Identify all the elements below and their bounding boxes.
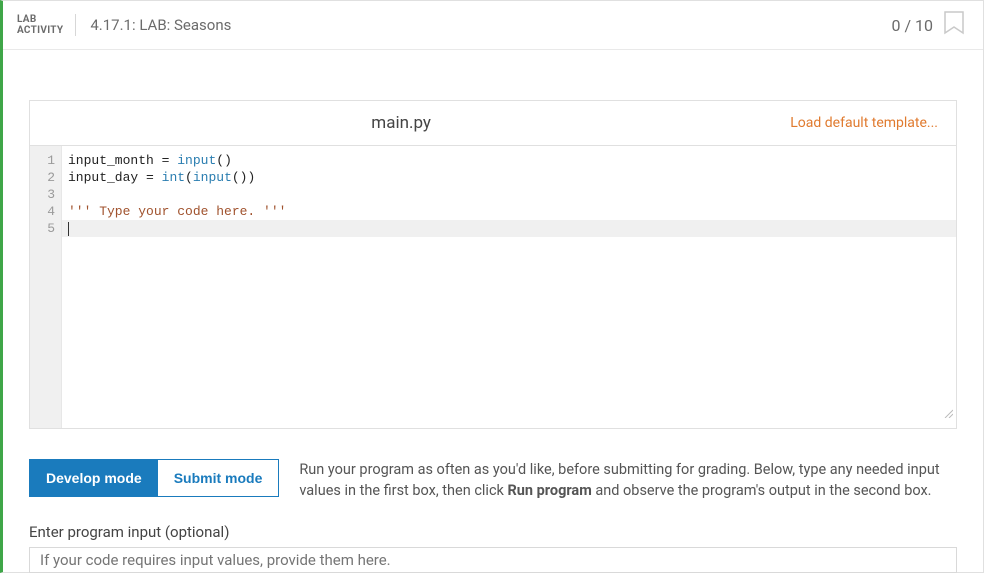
editor-code-area[interactable]: input_month = input() input_day = int(in… (62, 146, 956, 428)
submit-mode-button[interactable]: Submit mode (158, 460, 279, 496)
editor-cursor (68, 222, 69, 236)
score-display: 0 / 10 (891, 16, 943, 35)
file-tab: main.py (30, 101, 772, 145)
activity-title: 4.17.1: LAB: Seasons (76, 16, 891, 34)
code-editor[interactable]: 1 2 3 4 5 input_month = input() input_da… (29, 145, 957, 429)
load-template-link[interactable]: Load default template... (772, 115, 956, 131)
resize-handle-icon (943, 408, 953, 425)
editor-gutter: 1 2 3 4 5 (30, 146, 62, 428)
bookmark-icon[interactable] (943, 11, 965, 39)
mode-toggle: Develop mode Submit mode (29, 459, 279, 497)
develop-mode-button[interactable]: Develop mode (30, 460, 158, 496)
activity-badge: LAB ACTIVITY (13, 14, 76, 36)
mode-description: Run your program as often as you'd like,… (299, 459, 957, 501)
program-input-label: Enter program input (optional) (29, 523, 957, 541)
program-input-field[interactable] (29, 547, 957, 573)
